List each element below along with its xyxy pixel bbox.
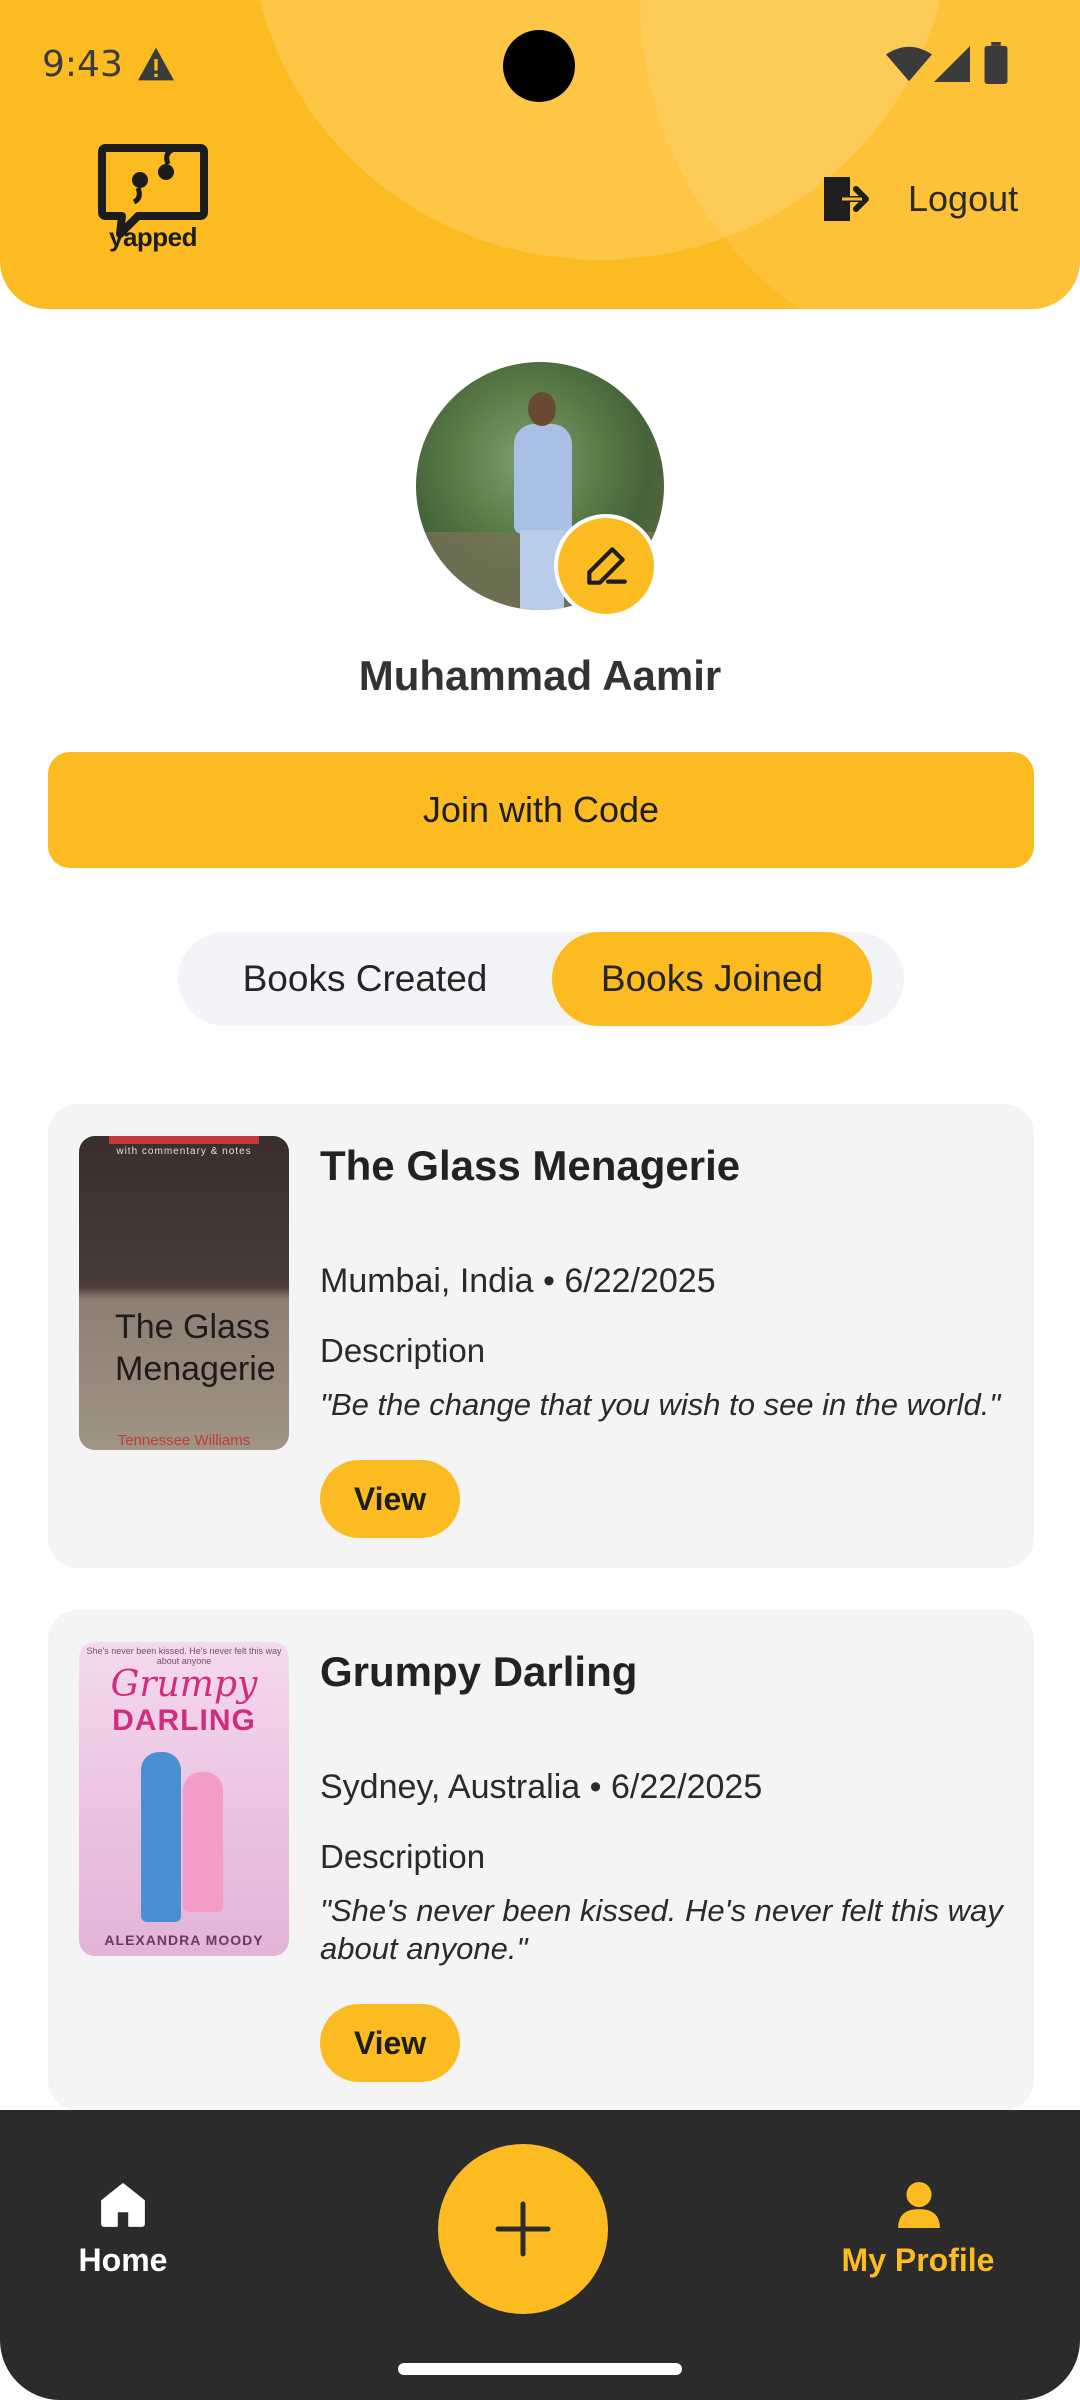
avatar-photo-person [514,424,572,534]
book-location-date: Mumbai, India • 6/22/2025 [320,1262,716,1300]
book-title: The Glass Menagerie [320,1142,741,1189]
camera-cutout [503,30,575,102]
description-label: Description [320,1838,486,1875]
book-card: She's never been kissed. He's never felt… [48,1610,1034,2110]
avatar-photo-person [528,392,556,426]
view-book-button[interactable]: View [320,1460,460,1538]
bottom-navigation: Home My Profile [0,2110,1080,2400]
book-cover-image: with commentary & notes The Glass Menage… [79,1136,289,1450]
home-icon [101,2183,145,2227]
logo-wordmark: yapped [108,222,198,252]
plus-icon [495,2201,551,2257]
person-icon [898,2182,940,2228]
book-description: "Be the change that you wish to see in t… [320,1387,1001,1422]
cover-illustration [141,1752,181,1922]
nav-home[interactable]: Home [60,2180,186,2290]
status-time: 9:43 [42,44,123,85]
book-cover-image: She's never been kissed. He's never felt… [79,1642,289,1956]
edit-pencil-icon [587,547,627,585]
books-tabs: Books Created Books Joined [178,932,904,1026]
cover-subtitle: with commentary & notes [116,1146,252,1157]
tab-books-created[interactable]: Books Created [178,932,552,1026]
join-with-code-button[interactable]: Join with Code [48,752,1034,868]
cover-author: ALEXANDRA MOODY [104,1932,264,1948]
cover-title: The Glass Menagerie [115,1308,276,1388]
profile-name: Muhammad Aamir [358,652,722,699]
cover-title: DARLING [112,1704,256,1737]
logout-label: Logout [908,178,1019,219]
nav-my-profile[interactable]: My Profile [826,2180,1010,2290]
cover-tagline: She's never been kissed. He's never felt… [86,1646,282,1666]
cover-author: Tennessee Williams [117,1432,251,1449]
book-card: with commentary & notes The Glass Menage… [48,1104,1034,1568]
description-label: Description [320,1332,486,1369]
cover-script-title: Grumpy [110,1664,258,1705]
view-book-button[interactable]: View [320,2004,460,2082]
logout-button[interactable]: Logout [818,164,1018,234]
cover-illustration [183,1772,223,1912]
nav-my-profile-label: My Profile [841,2242,995,2278]
tab-books-joined[interactable]: Books Joined [552,932,872,1026]
book-location-date: Sydney, Australia • 6/22/2025 [320,1768,763,1806]
gesture-home-indicator[interactable] [398,2363,682,2375]
battery-icon [984,42,1008,84]
warning-icon [138,47,174,81]
add-book-button[interactable] [438,2144,608,2314]
cover-band [109,1136,259,1144]
nav-home-label: Home [78,2242,168,2278]
signal-icon [934,46,970,82]
status-bar: 9:43 [0,0,1080,130]
edit-avatar-button[interactable] [554,514,658,618]
app-header: 9:43 yapped Logout [0,0,1080,309]
book-title: Grumpy Darling [320,1648,638,1695]
logout-icon [824,177,869,221]
wifi-icon [886,46,932,82]
book-description: "She's never been kissed. He's never fel… [320,1893,1003,1966]
